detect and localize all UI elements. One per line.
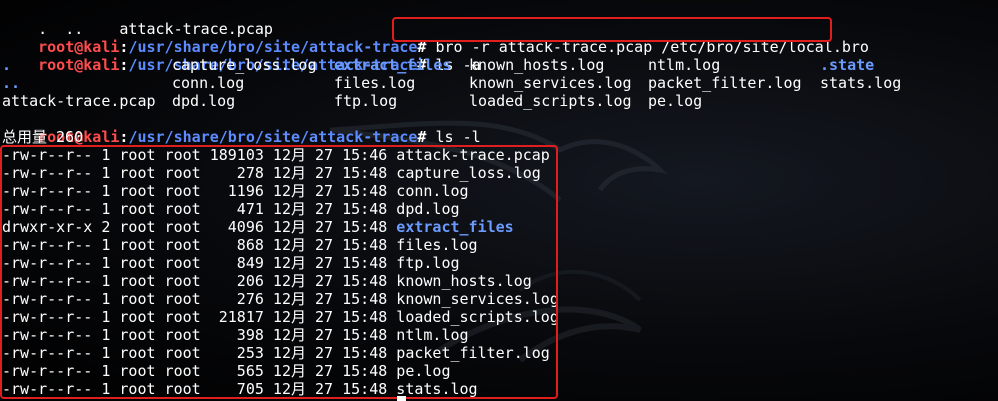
file-entry: ntlm.log bbox=[648, 56, 721, 74]
file-entry: extract_files bbox=[334, 56, 452, 74]
file-entry: pe.log bbox=[648, 92, 703, 110]
listing-highlight-box bbox=[0, 145, 558, 399]
prompt-line: root@kali:/usr/share/bro/site/attack-tra… bbox=[2, 110, 481, 146]
file-entry: known_hosts.log bbox=[469, 56, 605, 74]
total-line: 总用量 260 bbox=[2, 128, 84, 146]
file-entry: files.log bbox=[334, 74, 416, 92]
prompt-hash: # bbox=[417, 128, 427, 146]
command-highlight-box bbox=[392, 17, 832, 42]
file-entry: attack-trace.pcap bbox=[2, 92, 156, 110]
command-text: ls -l bbox=[435, 128, 481, 146]
file-entry: dpd.log bbox=[172, 92, 236, 110]
terminal-window[interactable]: . .. attack-trace.pcap root@kali:/usr/sh… bbox=[0, 0, 998, 401]
file-entry: capture_loss.log bbox=[172, 56, 317, 74]
file-entry: ftp.log bbox=[334, 92, 398, 110]
file-entry: .state bbox=[820, 56, 875, 74]
file-entry: .. bbox=[2, 74, 21, 92]
file-entry: . bbox=[2, 56, 12, 74]
file-entry: loaded_scripts.log bbox=[469, 92, 632, 110]
prompt-user: root@kali bbox=[38, 56, 120, 74]
terminal-cursor bbox=[397, 396, 406, 401]
file-entry: packet_filter.log bbox=[648, 74, 802, 92]
file-entry: conn.log bbox=[172, 74, 245, 92]
terminal-line: . .. attack-trace.pcap bbox=[2, 2, 273, 38]
file-entry: known_services.log bbox=[469, 74, 632, 92]
prompt-path: /usr/share/bro/site/attack-trace bbox=[128, 128, 418, 146]
file-entry: stats.log bbox=[820, 74, 902, 92]
